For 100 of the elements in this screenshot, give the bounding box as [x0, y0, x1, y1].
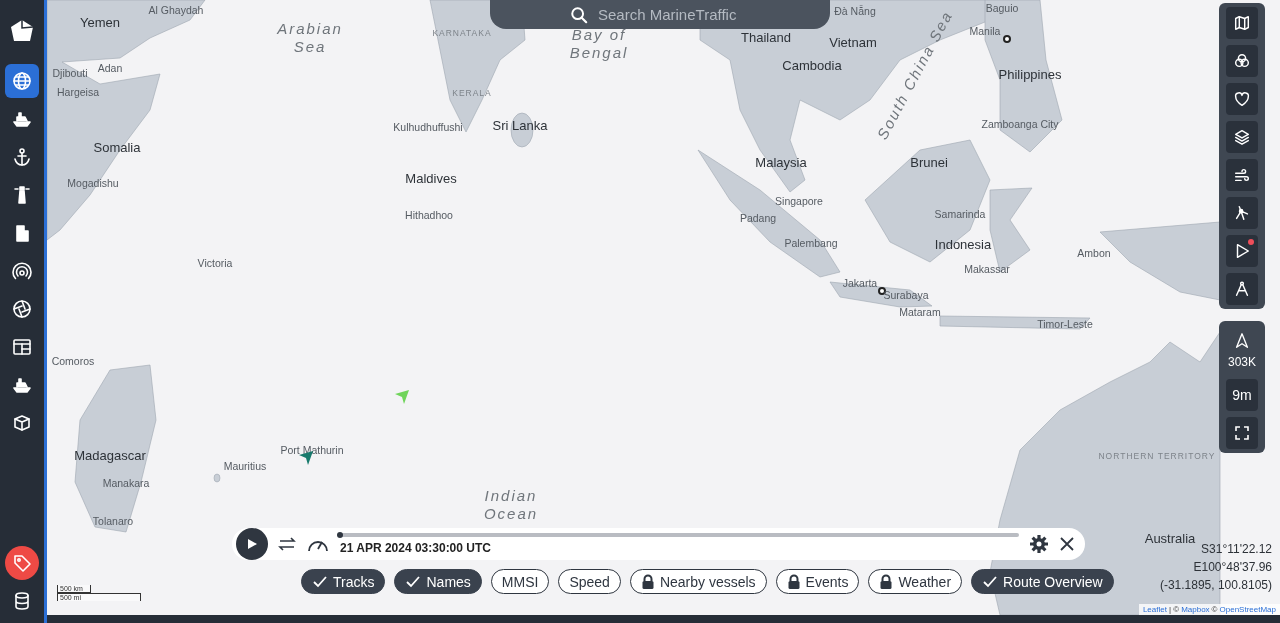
place-label: Adan: [97, 62, 123, 74]
country-label: Vietnam: [829, 34, 877, 50]
region-label: NORTHERN TERRITORY: [1098, 451, 1216, 461]
capital-marker-icon: [1003, 35, 1011, 43]
filter-chip[interactable]: Weather: [868, 569, 963, 594]
place-label: Padang: [739, 212, 777, 224]
database-icon: [12, 591, 32, 611]
place-label: Surabaya: [883, 289, 929, 301]
navigation-arrow-icon: [1233, 331, 1251, 351]
country-label: Maldives: [405, 170, 457, 186]
layers-icon: [1233, 128, 1251, 146]
place-label: Singapore: [775, 195, 823, 207]
swap-button[interactable]: [278, 535, 296, 553]
ship-icon: [12, 109, 32, 129]
map-tool-button[interactable]: [1226, 235, 1258, 267]
globe-icon: [12, 71, 32, 91]
map-tool-button[interactable]: [1226, 45, 1258, 77]
sea-label: Arabian Sea: [275, 20, 344, 56]
place-label: Mogadishu: [67, 177, 119, 189]
place-label: Mataram: [899, 306, 941, 318]
country-label: Cambodia: [782, 57, 842, 73]
place-label: Manila: [969, 25, 1001, 37]
map-tool-button[interactable]: [1226, 83, 1258, 115]
lock-icon: [640, 573, 655, 590]
signal-icon: [12, 261, 32, 281]
country-label: Yemen: [80, 14, 120, 30]
compass-icon: [1233, 280, 1251, 298]
cube-icon: [12, 413, 32, 433]
aperture-icon: [12, 299, 32, 319]
filter-chip[interactable]: Nearby vessels: [629, 569, 767, 594]
timeline-slider[interactable]: [340, 533, 1019, 537]
filter-chip[interactable]: Tracks: [301, 569, 386, 594]
lock-icon: [786, 573, 801, 590]
vessel-count: 303K: [1228, 355, 1256, 369]
place-label: Hithadhoo: [405, 209, 453, 221]
search-field[interactable]: Search MarineTraffic: [596, 5, 750, 24]
filter-chip[interactable]: Names: [394, 569, 482, 594]
place-label: Djibouti: [52, 67, 88, 79]
capital-marker-icon: [878, 287, 886, 295]
place-label: Jakarta: [842, 277, 878, 289]
check-icon: [982, 574, 999, 589]
map-tool-button[interactable]: [1226, 7, 1258, 39]
attribution-link[interactable]: OpenStreetMap: [1219, 605, 1276, 614]
search-bar[interactable]: Search MarineTraffic: [490, 0, 830, 29]
place-label: Makassar: [964, 263, 1010, 275]
filter-chip[interactable]: Speed: [558, 569, 621, 594]
map-tool-button[interactable]: [1226, 159, 1258, 191]
place-label: Kulhudhuffushi: [393, 121, 463, 133]
play-button[interactable]: [236, 528, 268, 560]
search-icon: [570, 5, 588, 24]
place-label: Hargeisa: [57, 86, 99, 98]
fullscreen-button[interactable]: [1226, 417, 1258, 449]
filter-chip[interactable]: Route Overview: [971, 569, 1114, 594]
country-label: Philippines: [998, 66, 1062, 82]
close-button[interactable]: [1059, 536, 1075, 552]
place-label: Baguio: [985, 2, 1019, 14]
country-label: Malaysia: [755, 154, 807, 170]
latitude-text: S31°11'22.12: [1201, 541, 1272, 558]
fullscreen-icon: [1235, 426, 1249, 440]
attribution-link[interactable]: Leaflet: [1142, 605, 1167, 614]
check-icon: [405, 574, 422, 589]
place-label: Mauritius: [223, 460, 267, 472]
place-label: Port Mathurin: [280, 444, 344, 456]
sidebar-button[interactable]: [5, 546, 39, 580]
map-icon: [1233, 14, 1251, 32]
map-tool-button[interactable]: [1226, 197, 1258, 229]
map-tool-button[interactable]: [1226, 121, 1258, 153]
lock-icon: [879, 573, 894, 590]
lighthouse-icon: [12, 185, 32, 205]
place-label: Zamboanga City: [981, 118, 1059, 130]
region-label: KARNATAKA: [432, 28, 492, 38]
nodes-icon: [1233, 204, 1251, 222]
filter-chip[interactable]: Events: [775, 569, 860, 594]
play-icon: [246, 538, 258, 550]
place-label: Timor-Leste: [1037, 318, 1093, 330]
timeline-timestamp: 21 APR 2024 03:30:00 UTC: [340, 541, 492, 555]
map-tool-button[interactable]: [1226, 273, 1258, 305]
longitude-text: E100°48'37.96: [1193, 559, 1272, 576]
news-icon: [12, 337, 32, 357]
pentagon-logo-icon: [9, 18, 35, 44]
attribution-separator: | ©: [1168, 605, 1180, 614]
country-label: Madagascar: [74, 447, 146, 463]
settings-icon: [1029, 534, 1049, 554]
attribution-link[interactable]: Mapbox: [1181, 605, 1210, 614]
time-filter-button[interactable]: 9m: [1226, 379, 1258, 411]
place-label: Đà Nẵng: [834, 5, 876, 17]
place-label: Comoros: [51, 355, 95, 367]
sidebar-button[interactable]: [5, 64, 39, 98]
place-label: Manakara: [102, 477, 150, 489]
sea-label: Indian Ocean: [482, 487, 540, 523]
timeline-thumb[interactable]: [337, 532, 343, 538]
filter-chip[interactable]: MMSI: [490, 569, 550, 594]
wind-icon: [1233, 166, 1251, 184]
settings-button[interactable]: [1029, 534, 1049, 554]
ship-icon: [12, 375, 32, 395]
anchor-icon: [12, 147, 32, 167]
place-label: Al Ghaydah: [148, 4, 204, 16]
place-label: Tolanaro: [92, 515, 134, 527]
country-label: Australia: [1144, 530, 1196, 546]
place-label: Palembang: [784, 237, 838, 249]
